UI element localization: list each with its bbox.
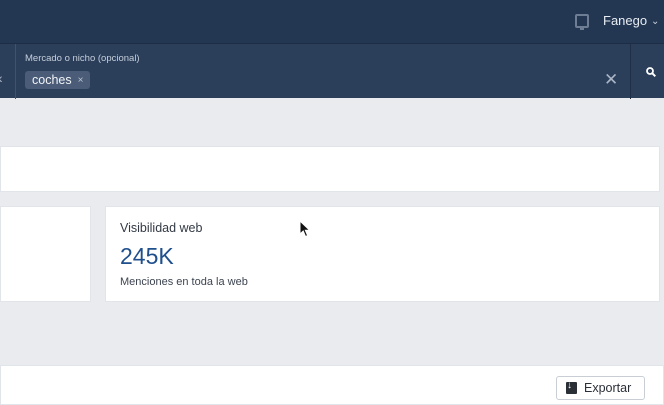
market-tag-label: coches [32,73,72,87]
visibility-card: Visibilidad web 245K Menciones en toda l… [105,206,660,302]
user-menu-name[interactable]: Fanego [603,13,647,28]
download-icon [566,380,577,394]
mouse-cursor-icon [299,220,311,238]
top-navbar: Fanego ⌄ [0,0,664,43]
visibility-value: 245K [120,243,174,269]
tag-remove-icon[interactable]: × [78,75,84,86]
search-icon[interactable] [646,67,656,77]
summary-card [0,146,660,192]
visibility-description: Menciones en toda la web [120,276,248,288]
market-niche-label: Mercado o nicho (opcional) [25,53,140,64]
market-tag[interactable]: coches × [25,71,91,89]
visibility-title: Visibilidad web [120,221,203,235]
export-label: Exportar [584,381,632,395]
divider [630,44,631,99]
divider [15,44,16,99]
metric-card [0,206,91,302]
clear-filter-icon[interactable]: ✕ [604,71,618,88]
filter-bar: ‹ Mercado o nicho (opcional) coches × ✕ [0,43,664,99]
export-button[interactable]: Exportar [556,376,645,400]
tablet-icon[interactable] [575,14,589,30]
chevron-left-icon[interactable]: ‹ [0,70,3,86]
chevron-down-icon[interactable]: ⌄ [651,16,659,27]
